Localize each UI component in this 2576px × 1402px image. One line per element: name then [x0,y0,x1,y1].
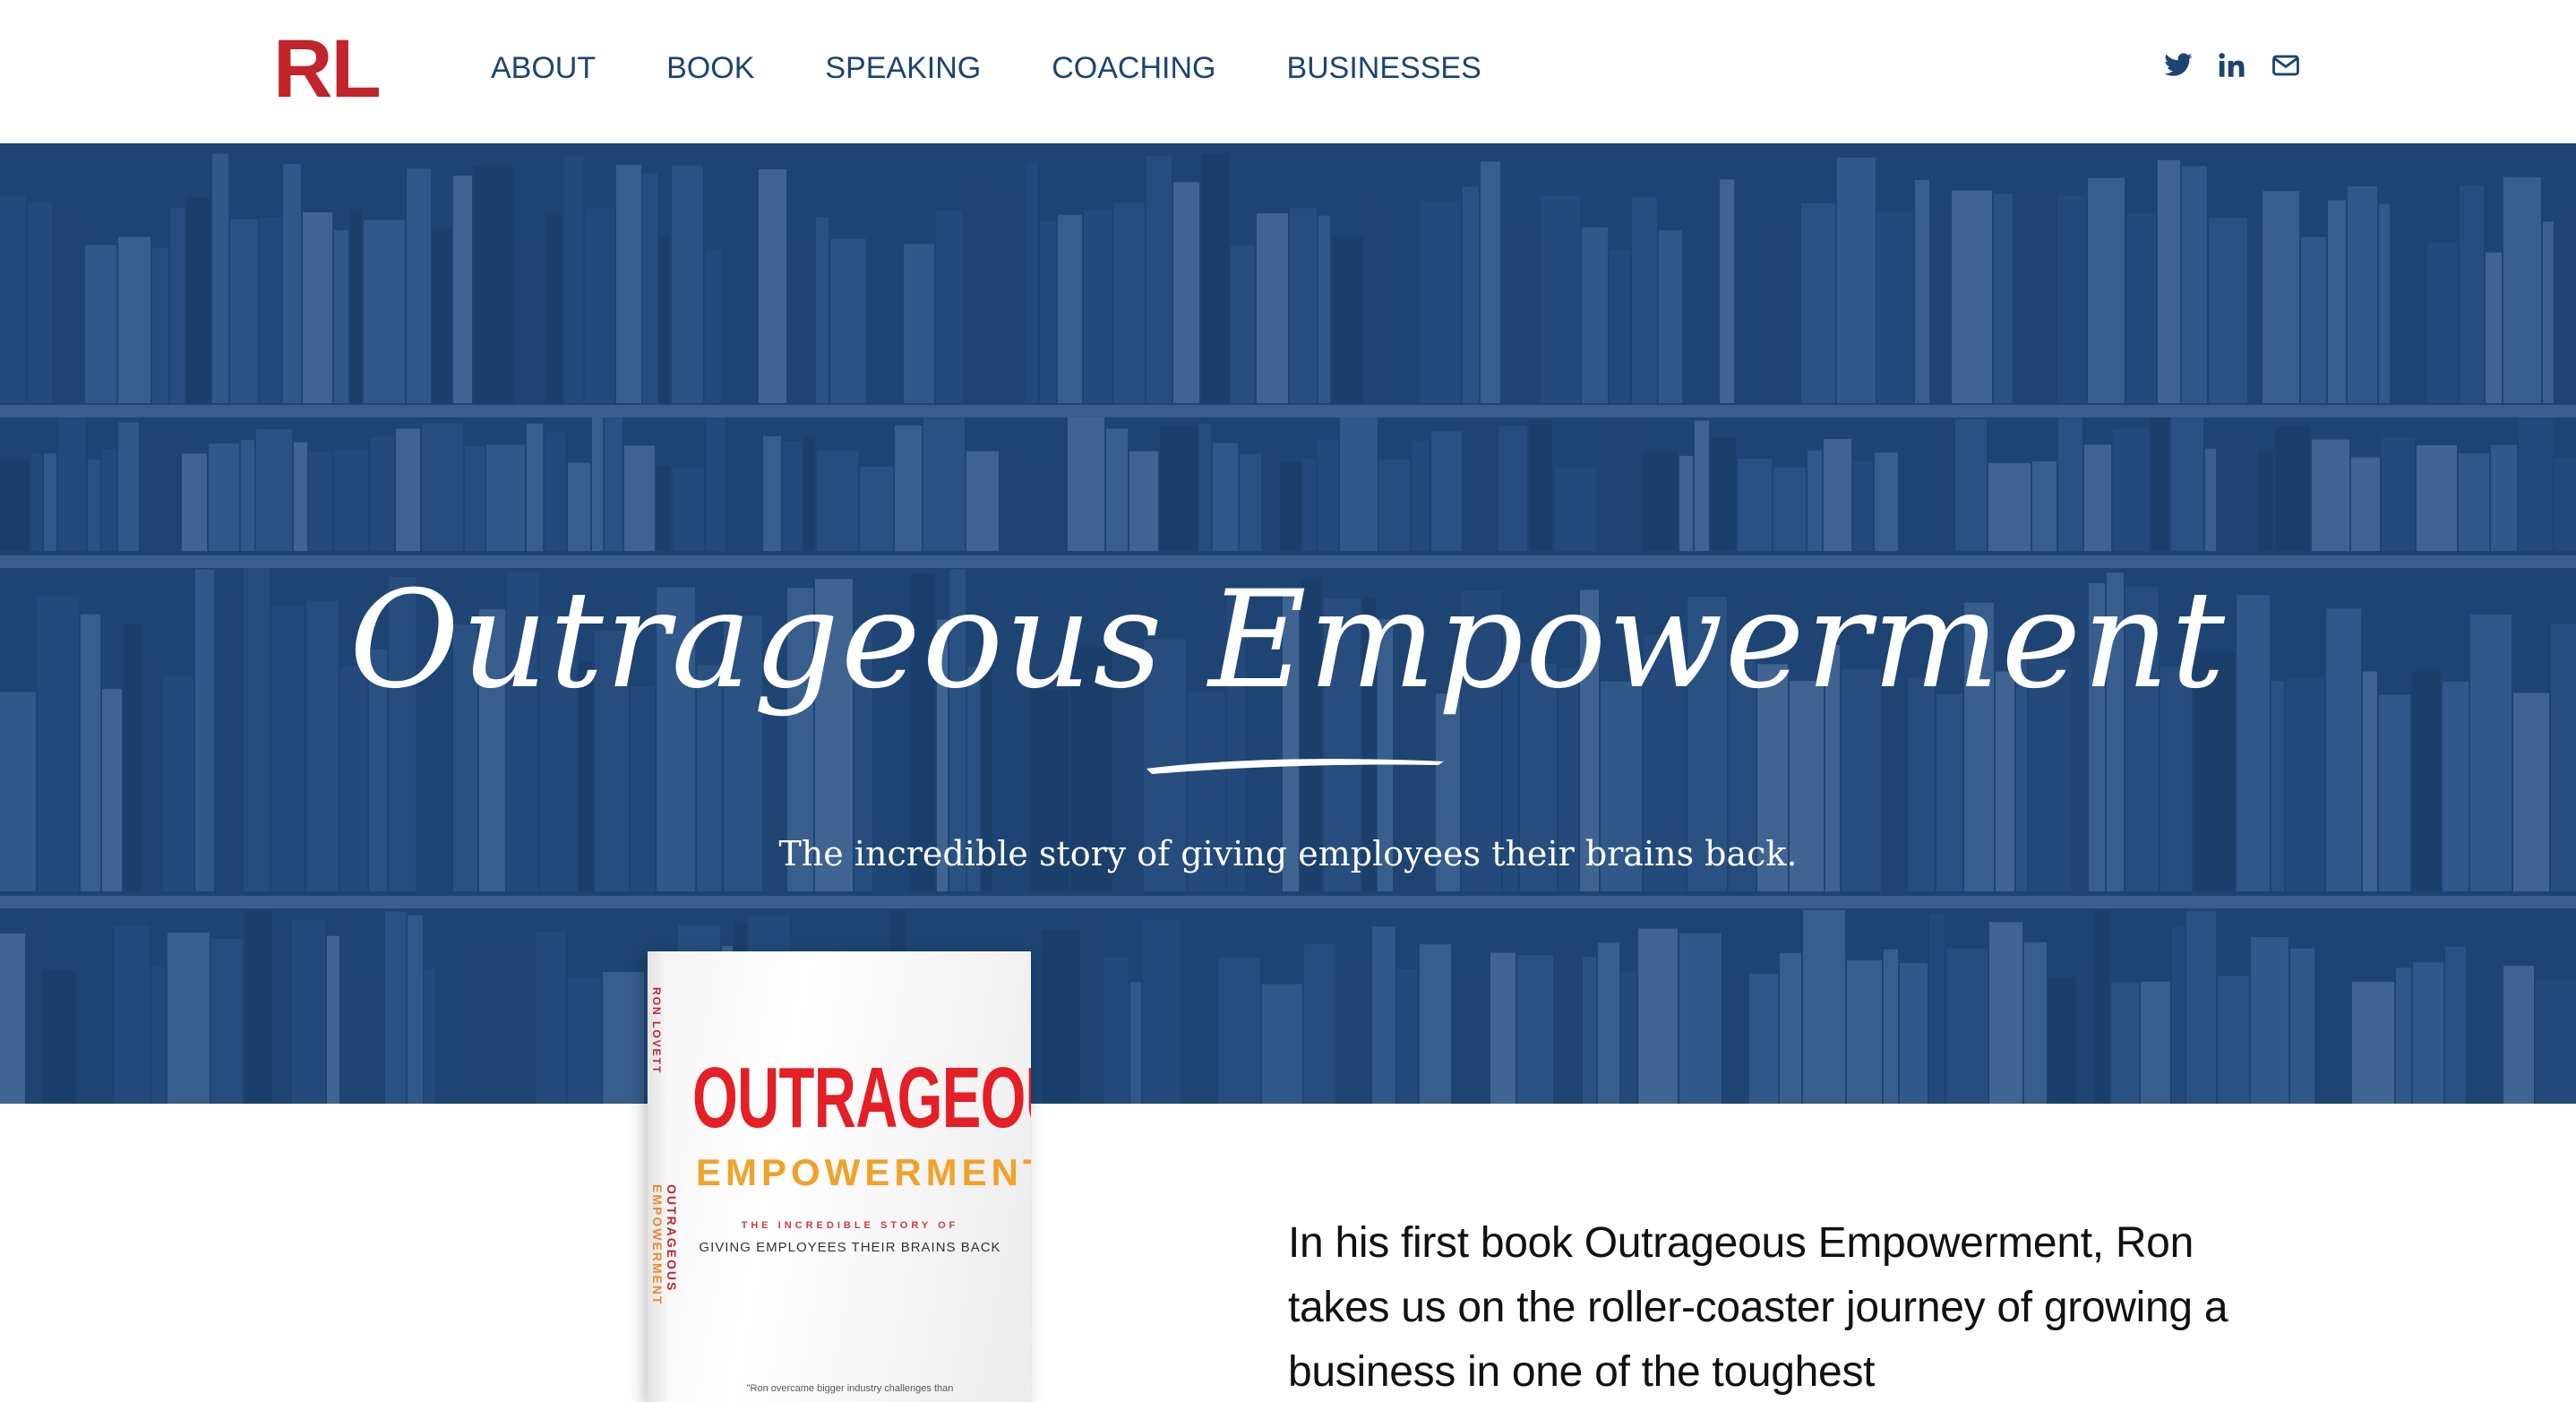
twitter-icon[interactable] [2161,48,2195,82]
mail-icon[interactable] [2269,48,2303,82]
hero-subtitle: The incredible story of giving employees… [778,834,1798,873]
site-header: RL ABOUT BOOK SPEAKING COACHING BUSINESS… [0,0,2576,143]
book-tagline: GIVING EMPLOYEES THEIR BRAINS BACK [699,1240,1001,1255]
title-underline-stroke [1146,759,1444,774]
nav-about[interactable]: ABOUT [491,45,596,91]
book-cover-image: RON LOVETT OUTRAGEOUS EMPOWERMENT OUTRAG… [648,951,1031,1402]
hero-banner: Outrageous Empowerment The incredible st… [0,143,2576,1104]
main-nav: ABOUT BOOK SPEAKING COACHING BUSINESSES [491,45,1552,91]
book-title-line2: EMPOWERMENT [696,1151,1031,1193]
book-title-line1: OUTRAGEOUS [692,1050,1031,1146]
book-tagline-small: THE INCREDIBLE STORY OF [741,1220,959,1231]
nav-speaking[interactable]: SPEAKING [825,45,981,91]
linkedin-icon[interactable] [2215,48,2249,82]
social-links [2161,48,2303,82]
hero-title: Outrageous Empowerment [348,563,2228,718]
book-spine-title: OUTRAGEOUS EMPOWERMENT [650,1184,679,1402]
spine-title-a: OUTRAGEOUS [665,1184,679,1293]
spine-title-b: EMPOWERMENT [650,1184,665,1306]
book-spine-author: RON LOVETT [650,987,663,1075]
nav-coaching[interactable]: COACHING [1052,45,1215,91]
book-spine: RON LOVETT OUTRAGEOUS EMPOWERMENT [648,951,679,1402]
nav-businesses[interactable]: BUSINESSES [1286,45,1481,91]
book-intro-text: In his first book Outrageous Empowerment… [1288,1219,2228,1396]
logo[interactable]: RL [273,20,382,118]
nav-book[interactable]: BOOK [666,45,754,91]
book-quote: "Ron overcame bigger industry challenges… [746,1383,954,1394]
